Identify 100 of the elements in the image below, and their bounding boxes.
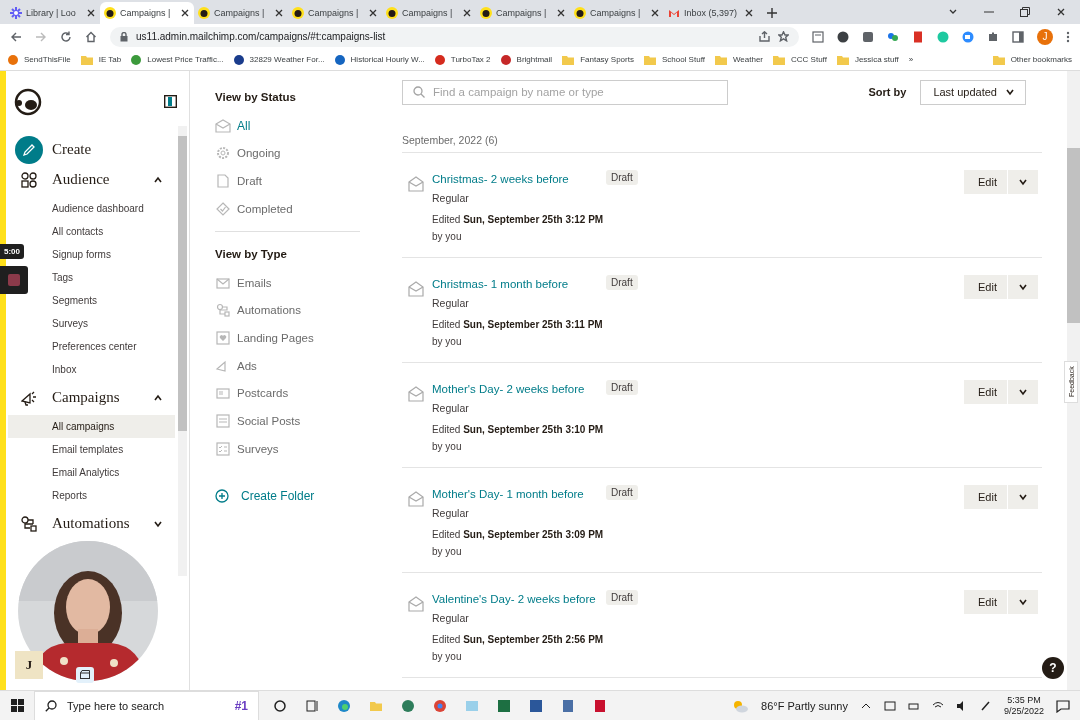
type-filter[interactable]: Landing Pages <box>215 324 375 352</box>
caret-down-icon[interactable] <box>1005 87 1015 98</box>
reload-icon[interactable] <box>60 31 72 43</box>
home-icon[interactable] <box>85 31 97 43</box>
close-icon[interactable] <box>86 8 96 18</box>
nav-section[interactable]: Campaigns <box>0 384 175 411</box>
status-filter[interactable]: Completed <box>215 195 375 223</box>
create-folder-link[interactable]: Create Folder <box>215 488 375 503</box>
stop-recording-button[interactable] <box>0 265 28 294</box>
restore-icon[interactable] <box>1020 7 1030 17</box>
campaign-title-link[interactable]: Mother's Day- 1 month before <box>432 484 604 503</box>
type-filter[interactable]: Automations <box>215 296 375 325</box>
screen-icon[interactable] <box>883 699 896 712</box>
bookmark-folder[interactable]: Other bookmarks <box>992 54 1072 65</box>
type-filter[interactable]: Ads <box>215 351 375 380</box>
camera-icon[interactable] <box>962 31 974 43</box>
task-view-icon[interactable] <box>273 698 287 713</box>
sidebar-icon[interactable] <box>1012 31 1024 43</box>
taskbar-search-field[interactable]: Type here to search #1 <box>34 690 259 720</box>
bookmark[interactable]: School Stuff <box>643 54 705 65</box>
bookmark[interactable]: 32829 Weather For... <box>233 54 325 65</box>
browser-icon[interactable] <box>337 698 351 713</box>
address-bar[interactable]: us11.admin.mailchimp.com/campaigns/#t:campaigns-list <box>110 27 799 47</box>
windows-logo-icon[interactable] <box>10 699 24 712</box>
share-icon[interactable] <box>759 31 770 43</box>
nav-item[interactable]: All campaigns <box>8 414 175 438</box>
type-filter[interactable]: Postcards <box>215 379 375 408</box>
people-icon[interactable] <box>887 31 899 43</box>
user-avatar[interactable]: J <box>15 650 43 679</box>
panel-toggle-icon[interactable] <box>164 95 177 109</box>
close-icon[interactable] <box>368 8 378 18</box>
browser-tab[interactable]: Campaigns | <box>382 2 476 24</box>
nav-item[interactable]: Surveys <box>52 311 89 335</box>
calendar-icon[interactable] <box>812 31 824 43</box>
chevron-up-icon[interactable] <box>153 174 163 185</box>
chevron-up-icon[interactable] <box>153 392 163 403</box>
nav-item[interactable]: Segments <box>52 288 98 312</box>
close-icon[interactable] <box>274 8 284 18</box>
pen-icon[interactable] <box>979 699 992 712</box>
nav-item[interactable]: Email templates <box>52 437 124 461</box>
square-icon[interactable] <box>862 31 874 43</box>
campaign-title-link[interactable]: Christmas- 2 weeks before <box>432 169 604 188</box>
bookmark[interactable]: TurboTax 2 <box>434 54 491 65</box>
help-button[interactable]: ? <box>1042 656 1064 679</box>
scrollbar[interactable] <box>1067 70 1080 690</box>
close-icon[interactable] <box>650 8 660 18</box>
type-filter[interactable]: Emails <box>215 268 375 297</box>
browser-tab[interactable]: Campaigns | <box>288 2 382 24</box>
new-tab-icon[interactable] <box>766 7 778 19</box>
nav-section[interactable]: Automations <box>0 510 175 537</box>
type-filter[interactable]: Social Posts <box>215 407 375 435</box>
scrollbar[interactable] <box>178 125 187 576</box>
browser-icon[interactable] <box>433 698 447 713</box>
browser-tab[interactable]: Campaigns | <box>100 2 194 24</box>
bookmark[interactable]: Fantasy Sports <box>562 54 634 65</box>
more-vertical-icon[interactable] <box>1066 31 1070 43</box>
status-filter[interactable]: All <box>215 111 375 140</box>
bookmarks-overflow-button[interactable]: » <box>908 55 914 65</box>
status-filter[interactable]: Ongoing <box>215 139 375 168</box>
browser-tab[interactable]: Inbox (5,397) <box>664 2 758 24</box>
bookmark[interactable]: Lowest Price Traffic... <box>131 54 224 65</box>
nav-item[interactable]: Audience dashboard <box>52 196 144 220</box>
nav-item[interactable]: Email Analytics <box>52 460 120 484</box>
campaign-title-link[interactable]: Mother's Day- 2 weeks before <box>432 379 604 398</box>
circle-icon[interactable] <box>837 31 849 43</box>
back-arrow-icon[interactable] <box>10 31 22 43</box>
document-icon[interactable] <box>912 31 924 43</box>
nav-item[interactable]: Tags <box>52 265 74 289</box>
campaign-title-link[interactable]: Valentine's Day- 2 weeks before <box>432 589 604 608</box>
type-filter[interactable]: Surveys <box>215 434 375 463</box>
document-icon[interactable] <box>593 698 607 713</box>
browser-tab[interactable]: Library | Loo <box>6 2 100 24</box>
campaign-title-link[interactable]: Christmas- 1 month before <box>432 274 604 293</box>
browser-tab[interactable]: Campaigns | <box>476 2 570 24</box>
document-icon[interactable] <box>529 698 543 713</box>
bookmark[interactable]: CCC Stuff <box>773 54 827 65</box>
nav-item[interactable]: All contacts <box>52 219 104 243</box>
close-icon[interactable] <box>744 8 754 18</box>
bookmark[interactable]: Jessica stuff <box>836 54 899 65</box>
bookmark[interactable]: IE Tab <box>80 54 122 65</box>
browser-tab[interactable]: Campaigns | <box>570 2 664 24</box>
nav-item[interactable]: Reports <box>52 483 87 507</box>
notifications-icon[interactable] <box>1056 698 1070 713</box>
create-button[interactable]: Create <box>0 136 175 163</box>
nav-item[interactable]: Preferences center <box>52 334 137 358</box>
close-icon[interactable] <box>462 8 472 18</box>
nav-section[interactable]: Audience <box>0 166 175 193</box>
nav-item[interactable]: Signup forms <box>52 242 111 266</box>
nav-item[interactable]: Inbox <box>52 357 77 381</box>
close-icon[interactable] <box>556 8 566 18</box>
browser-tab[interactable]: Campaigns | <box>194 2 288 24</box>
sort-dropdown[interactable]: Last updated <box>920 79 1026 105</box>
bookmark[interactable]: Weather <box>714 54 764 65</box>
close-icon[interactable] <box>180 8 190 18</box>
close-icon[interactable] <box>1056 7 1066 17</box>
status-filter[interactable]: Draft <box>215 167 375 195</box>
bookmark[interactable]: Historical Hourly W... <box>334 54 425 65</box>
bookmark[interactable]: SendThisFile <box>8 54 71 65</box>
star-icon[interactable] <box>778 31 789 43</box>
bookmark[interactable]: Brightmail <box>500 54 553 65</box>
